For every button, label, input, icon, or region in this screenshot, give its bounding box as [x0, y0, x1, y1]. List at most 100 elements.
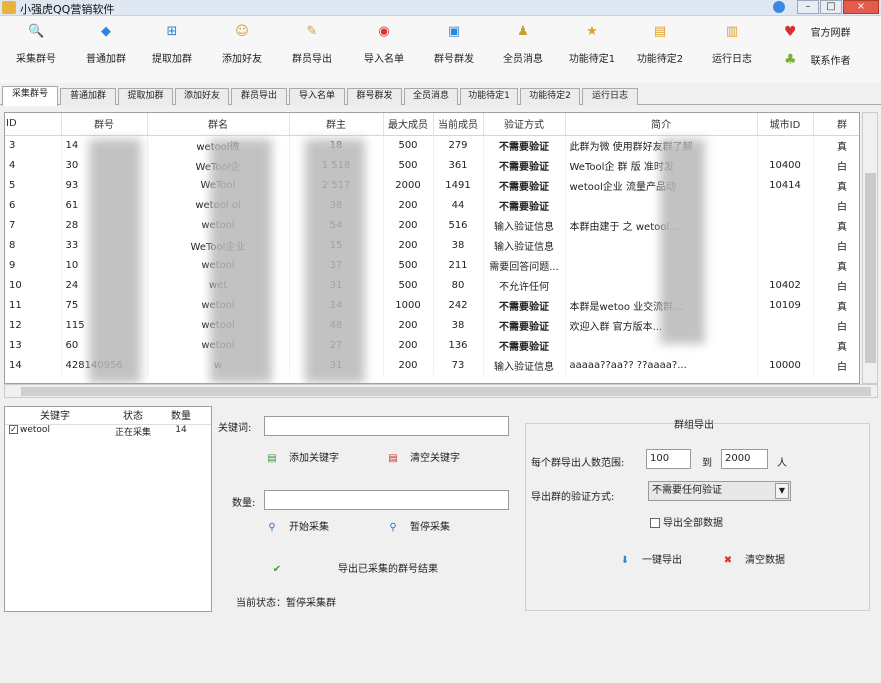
start-collect-button[interactable]: ⚲ 开始采集 — [265, 518, 329, 533]
table-cell: 白 — [813, 235, 859, 255]
scroll-thumb[interactable] — [21, 387, 871, 396]
keyword-count: 14 — [175, 425, 187, 435]
table-cell: 136 — [433, 335, 484, 355]
checkbox-box[interactable] — [650, 518, 660, 528]
count-label: 数量: — [232, 498, 256, 509]
pause-collect-button[interactable]: ⚲ 暂停采集 — [386, 518, 450, 533]
toolbar-right-button-2[interactable]: ♣ 联系作者 — [784, 52, 851, 68]
toolbar-button-label: 运行日志 — [712, 54, 752, 65]
max-members-input[interactable]: 2000 — [721, 449, 768, 469]
tab-7[interactable]: 群号群发 — [347, 88, 402, 105]
table-cell: 13 — [5, 335, 62, 355]
check-icon: ✔ — [272, 564, 282, 575]
window-title: 小强虎QQ营销软件 — [20, 3, 115, 16]
clear-keywords-button[interactable]: ▤ 清空关键字 — [386, 449, 460, 464]
close-icon: ✖ — [723, 555, 733, 566]
toolbar-button-2[interactable]: ◆ 普通加群 — [72, 24, 140, 65]
column-header[interactable]: 验证方式 — [483, 113, 566, 136]
toolbar-button-10[interactable]: ▤ 功能待定2 — [626, 24, 694, 65]
star-icon: ★ — [586, 24, 598, 39]
tab-9[interactable]: 功能待定1 — [460, 88, 518, 105]
tab-4[interactable]: 添加好友 — [175, 88, 229, 105]
column-header[interactable]: 当前成员 — [433, 113, 484, 136]
close-button[interactable]: × — [843, 0, 879, 14]
magnifier-icon: 🔍 — [28, 24, 45, 39]
table-cell: 242 — [433, 295, 484, 315]
one-click-export-button[interactable]: ⬇ 一键导出 — [618, 551, 682, 566]
toolbar-button-label: 添加好友 — [222, 54, 262, 65]
toolbar-button-1[interactable]: 🔍 采集群号 — [2, 24, 70, 65]
table-cell: 白 — [813, 315, 859, 335]
toolbar-button-5[interactable]: ✎ 群员导出 — [278, 24, 346, 65]
tab-5[interactable]: 群员导出 — [231, 88, 287, 105]
count-input[interactable] — [264, 490, 509, 510]
table-cell: 输入验证信息 — [483, 355, 566, 375]
export-group-title: 群组导出 — [674, 420, 714, 431]
toolbar-button-8[interactable]: ♟ 全员消息 — [489, 24, 557, 65]
toolbar-right-button-1[interactable]: ♥ 官方网群 — [784, 24, 851, 40]
tab-6[interactable]: 导入名单 — [289, 88, 345, 105]
toolbar-button-6[interactable]: ◉ 导入名单 — [350, 24, 418, 65]
keyword-list-header: 关键字 状态 数量 — [5, 407, 211, 425]
toolbar-button-label: 功能待定1 — [568, 54, 616, 65]
table-cell — [757, 335, 814, 355]
toolbar-button-11[interactable]: ▥ 运行日志 — [698, 24, 766, 65]
table-cell — [757, 215, 814, 235]
column-header[interactable]: 最大成员 — [383, 113, 434, 136]
table-cell: 211 — [433, 255, 484, 275]
export-collected-button[interactable]: ✔ 导出已采集的群号结果 — [270, 560, 438, 575]
table-cell: 10414 — [757, 175, 814, 195]
search-icon: ⚲ — [268, 522, 276, 533]
clear-data-button[interactable]: ✖ 清空数据 — [721, 551, 785, 566]
table-cell: 500 — [383, 135, 434, 155]
keyword-input[interactable] — [264, 416, 509, 436]
table-cell — [757, 255, 814, 275]
column-header[interactable]: 群名 — [147, 113, 290, 136]
column-header[interactable]: 群主 — [289, 113, 384, 136]
vertical-scrollbar[interactable] — [862, 112, 878, 384]
verify-method-select[interactable]: 不需要任何验证 ▼ — [648, 481, 791, 501]
maximize-button[interactable]: □ — [820, 0, 842, 14]
scroll-thumb[interactable] — [865, 173, 876, 363]
horizontal-scrollbar[interactable] — [4, 384, 878, 398]
column-header[interactable]: ID — [5, 113, 62, 136]
export-all-checkbox[interactable]: 导出全部数据 — [650, 514, 723, 529]
minimize-button[interactable]: – — [797, 0, 819, 14]
pin-icon[interactable] — [773, 1, 785, 13]
toolbar-button-3[interactable]: ⊞ 提取加群 — [138, 24, 206, 65]
table-cell: 2000 — [383, 175, 434, 195]
table-cell: 需要回答问题... — [483, 255, 566, 275]
table-cell: 73 — [433, 355, 484, 375]
min-members-input[interactable]: 100 — [646, 449, 691, 469]
tab-3[interactable]: 提取加群 — [118, 88, 173, 105]
table-cell: 真 — [813, 215, 859, 235]
toolbar-button-7[interactable]: ▣ 群号群发 — [420, 24, 488, 65]
privacy-blur — [89, 139, 141, 383]
tab-strip: 采集群号 普通加群 提取加群 添加好友 群员导出 导入名单 群号群发 全员消息 功能待定1 功能待… — [0, 86, 881, 106]
toolbar-button-label: 采集群号 — [16, 54, 56, 65]
table-cell: 200 — [383, 335, 434, 355]
toolbar-button-4[interactable]: ☺ 添加好友 — [208, 24, 276, 65]
tab-10[interactable]: 功能待定2 — [520, 88, 580, 105]
column-header[interactable]: 简介 — [565, 113, 758, 136]
keyword-label: 关键词: — [218, 423, 252, 434]
clear-data-label: 清空数据 — [745, 555, 785, 566]
toolbar-right-label: 官方网群 — [810, 28, 851, 39]
toolbar-button-9[interactable]: ★ 功能待定1 — [558, 24, 626, 65]
column-header[interactable]: 城市ID — [757, 113, 814, 136]
table-cell: 不需要验证 — [483, 195, 566, 215]
tab-2[interactable]: 普通加群 — [60, 88, 116, 105]
keyword-checkbox[interactable]: ✓ — [9, 425, 18, 434]
tab-1[interactable]: 采集群号 — [2, 86, 58, 106]
tab-11[interactable]: 运行日志 — [582, 88, 638, 105]
list-item[interactable]: ✓ wetool 正在采集 14 — [5, 425, 211, 441]
heart-icon: ♥ — [784, 24, 797, 40]
keyword-list: 关键字 状态 数量 ✓ wetool 正在采集 14 — [4, 406, 212, 612]
table-cell: 200 — [383, 215, 434, 235]
start-collect-label: 开始采集 — [289, 522, 329, 533]
add-keyword-button[interactable]: ▤ 添加关键字 — [265, 449, 339, 464]
column-header[interactable]: 群 — [813, 113, 859, 136]
column-header[interactable]: 群号 — [61, 113, 148, 136]
table-cell: 10109 — [757, 295, 814, 315]
tab-8[interactable]: 全员消息 — [404, 88, 458, 105]
